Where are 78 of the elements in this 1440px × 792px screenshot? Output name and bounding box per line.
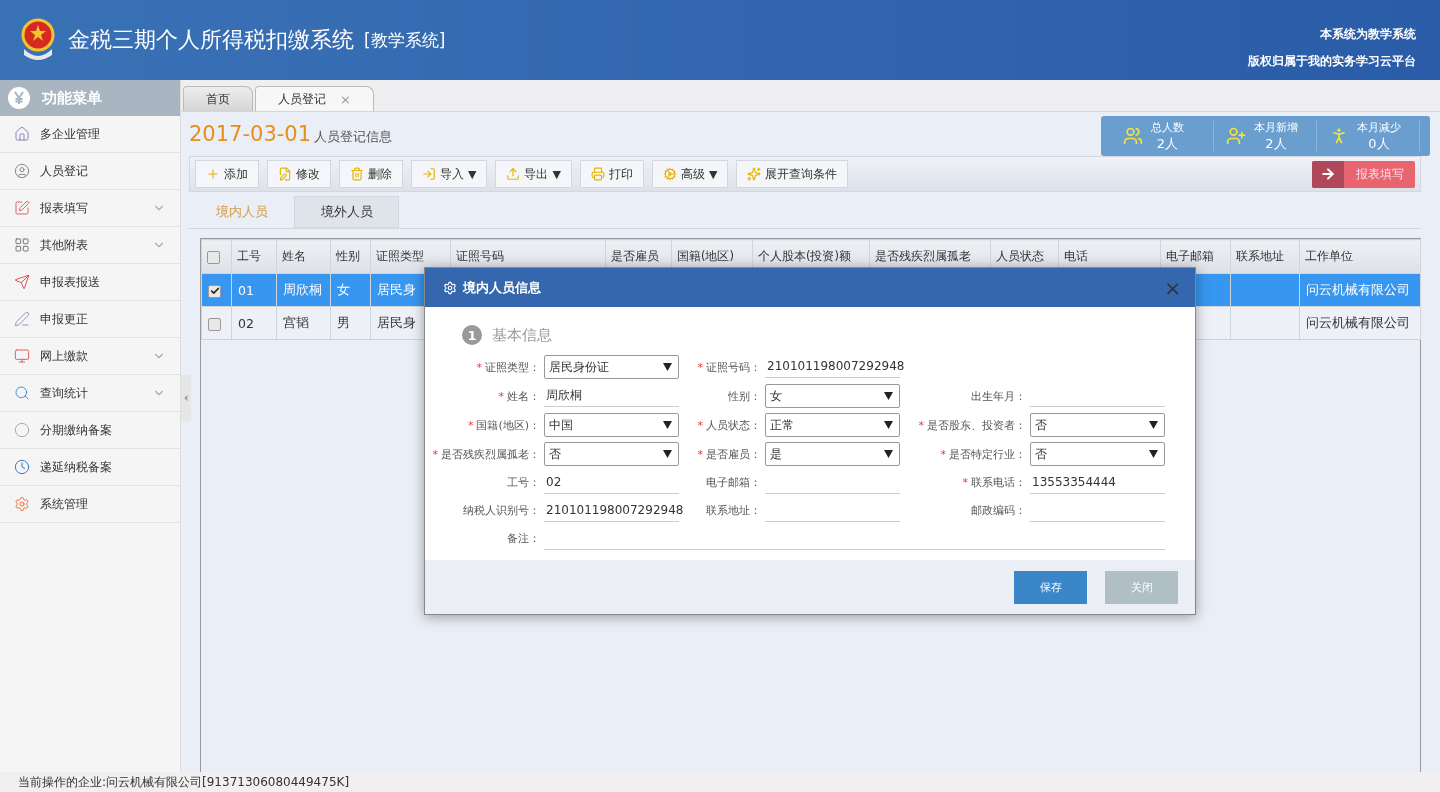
app-subtitle: [教学系统] [364,28,446,52]
field-label: * 国籍(地区)： [466,417,541,433]
toolbar-button[interactable]: 导入 ▼ [411,160,488,188]
status-bar: 当前操作的企业:问云机械有限公司[91371306080449475K] [0,772,1440,792]
field-label: 工号： [506,475,541,490]
column-header: 工号 [231,239,277,274]
select-field[interactable]: 正常 [765,413,900,437]
table-cell: 问云机械有限公司 [1299,273,1421,307]
page-tab[interactable]: 人员登记 × [255,86,374,111]
column-header: 工作单位 [1299,239,1421,274]
select-field[interactable]: 否 [544,442,679,466]
field-label: * 人员状态： [696,417,762,433]
input-field[interactable]: 13553354444 [1030,471,1165,494]
dialog-title: 境内人员信息 [463,278,541,297]
toolbar-button[interactable]: 高级 ▼ [651,160,729,188]
stat-label: 总人数 [1151,119,1184,135]
sidebar-item[interactable]: 系统管理 [0,486,180,523]
sidebar-item[interactable]: 人员登记 [0,153,180,190]
select-field[interactable]: 居民身份证 [544,355,679,379]
sidebar-item[interactable]: 网上缴款 [0,338,180,375]
menu-title: 功能菜单 [42,88,102,108]
header-note: 版权归属于我的实务学习云平台 [1248,53,1416,70]
page-tab[interactable]: 首页 [183,86,253,111]
sub-tab[interactable]: 境外人员 [294,196,399,228]
field-label: * 是否残疾烈属孤老： [431,446,541,462]
toolbar-button[interactable]: 删除 [339,160,403,188]
column-header: 姓名 [276,239,331,274]
page-date: 2017-03-01 [189,122,312,146]
dialog-button[interactable]: 保存 [1014,570,1087,604]
stat-label: 本月新增 [1254,119,1298,135]
toolbar-button[interactable]: 修改 [267,160,331,188]
field-label: 出生年月： [970,388,1027,404]
select-field[interactable]: 中国 [544,413,679,437]
stat-value: 0人 [1368,134,1390,153]
field-label: * 是否股东、投资者： [917,417,1027,433]
toolbar-button[interactable]: 添加 [195,160,259,188]
sidebar-item[interactable]: 报表填写 [0,190,180,227]
stat-label: 本月减少 [1357,119,1401,135]
step-number: 1 [462,325,482,345]
sidebar-item[interactable]: 申报更正 [0,301,180,338]
select-field[interactable]: 否 [1030,413,1165,437]
sidebar-item[interactable]: 查询统计 [0,375,180,412]
field-label: 备注： [506,531,541,546]
input-field[interactable]: 02 [544,471,679,494]
field-label: * 联系电话： [961,475,1027,490]
field-label: * 证照类型： [475,359,541,375]
input-field[interactable]: 周欣桐 [544,384,679,407]
field-label: 邮政编码： [970,503,1027,518]
select-field[interactable]: 女 [765,384,900,408]
select-field[interactable]: 是 [765,442,900,466]
column-header: 证照类型 [370,239,451,274]
sidebar-item[interactable]: 递延纳税备案 [0,449,180,486]
select-field[interactable]: 否 [1030,442,1165,466]
app-title: 金税三期个人所得税扣缴系统 [68,26,354,54]
field-label: 电子邮箱： [705,475,762,490]
column-header: 性别 [330,239,371,274]
table-cell: 问云机械有限公司 [1299,306,1421,340]
table-cell: 周欣桐 [276,273,331,307]
field-label: * 是否特定行业： [939,446,1027,462]
section-title: 基本信息 [492,325,552,345]
table-cell: 宫韬 [276,306,331,340]
field-label: 性别： [727,388,762,404]
field-label: * 是否雇员： [696,446,762,462]
column-header: 联系地址 [1230,239,1300,274]
toolbar-button[interactable]: 导出 ▼ [495,160,572,188]
stat-value: 2人 [1156,134,1179,153]
sidebar-item[interactable]: 分期缴纳备案 [0,412,180,449]
sidebar-item[interactable]: 申报表报送 [0,264,180,301]
page-caption: 人员登记信息 [314,128,393,146]
stat-value: 2人 [1265,134,1287,153]
field-label: 纳税人识别号： [462,503,541,518]
field-label: * 姓名： [497,388,541,404]
sidebar-item[interactable]: 多企业管理 [0,116,180,153]
toolbar-button[interactable]: 展开查询条件 [736,160,849,188]
sidebar-item[interactable]: 其他附表 [0,227,180,264]
toolbar-button[interactable]: 打印 [579,160,644,188]
header-note: 本系统为教学系统 [1320,26,1416,43]
field-label: * 证照号码： [696,359,762,375]
